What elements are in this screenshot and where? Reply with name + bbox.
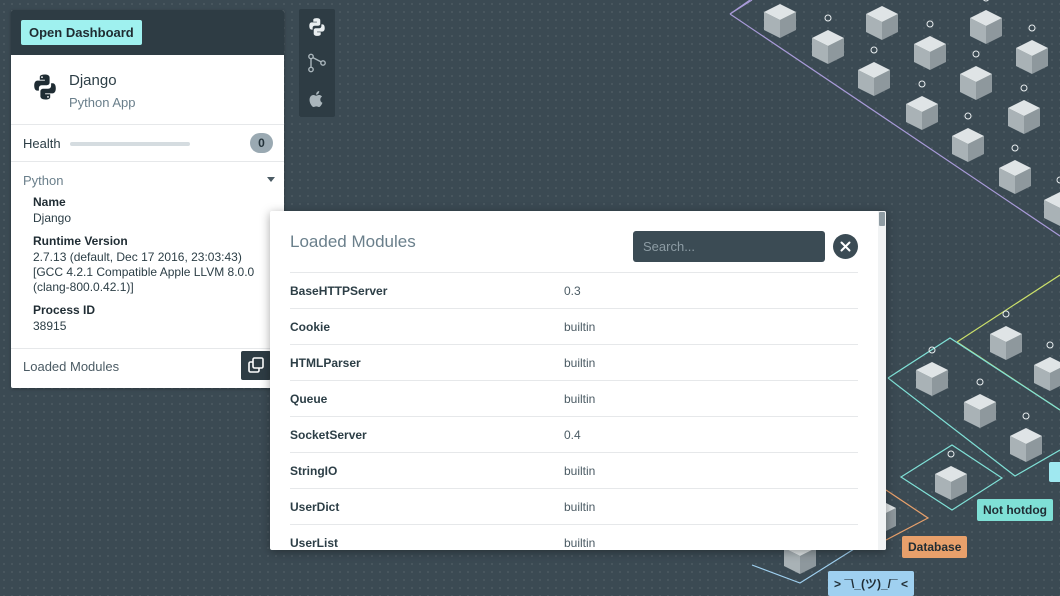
module-version: builtin <box>564 500 596 514</box>
module-name: BaseHTTPServer <box>290 284 388 298</box>
module-search-input[interactable] <box>633 231 825 262</box>
prop-value: 38915 <box>33 319 67 333</box>
prop-key: Runtime Version <box>33 234 128 248</box>
module-version: builtin <box>564 536 596 550</box>
prop-value-line: (clang-800.0.42.1)] <box>33 280 134 294</box>
zone-label-database[interactable]: Database <box>902 536 968 558</box>
module-version: builtin <box>564 356 596 370</box>
prop-process-id: Process ID 38915 <box>33 303 95 334</box>
loaded-modules-modal: Loaded Modules BaseHTTPServer 0.3 Cookie bu… <box>270 211 886 550</box>
table-row: BaseHTTPServer 0.3 <box>290 272 858 308</box>
node-cube <box>935 450 967 500</box>
prop-value: Django <box>33 211 72 225</box>
table-row: HTMLParser builtin <box>290 344 858 380</box>
modules-table: BaseHTTPServer 0.3 Cookie builtin HTMLParser… <box>290 272 858 550</box>
node-cube <box>1010 412 1042 462</box>
zone-label-edge[interactable] <box>1049 462 1060 482</box>
view-toolbar <box>299 9 335 117</box>
node-cube <box>866 6 898 40</box>
table-row: UserList builtin <box>290 524 858 550</box>
share-nodes-icon[interactable] <box>307 53 327 73</box>
python-section-label: Python <box>23 173 64 188</box>
modal-scrollbar[interactable] <box>878 211 886 550</box>
table-row: StringIO builtin <box>290 452 858 488</box>
app-type: Python App <box>69 95 136 110</box>
caret-down-icon <box>267 177 275 182</box>
node-cube <box>952 112 984 162</box>
close-icon <box>840 241 851 252</box>
prop-runtime-version: Runtime Version 2.7.13 (default, Dec 17 … <box>33 234 254 295</box>
node-cube <box>999 144 1031 194</box>
node-cube <box>906 80 938 130</box>
node-cube <box>916 346 948 396</box>
module-version: 0.4 <box>564 428 581 442</box>
prop-value-line: 2.7.13 (default, Dec 17 2016, 23:03:43) <box>33 250 242 264</box>
module-version: builtin <box>564 392 596 406</box>
module-version: 0.3 <box>564 284 581 298</box>
loaded-modules-label: Loaded Modules <box>23 359 120 374</box>
node-cube <box>914 20 946 70</box>
module-name: Cookie <box>290 320 331 334</box>
loaded-modules-row: Loaded Modules <box>11 348 284 388</box>
app-info: Django Python App <box>11 55 284 125</box>
app-name: Django <box>69 72 117 89</box>
table-row: Queue builtin <box>290 380 858 416</box>
zone-label-shrug[interactable]: > ¯\_(ツ)_/¯ < <box>828 571 914 596</box>
modal-title: Loaded Modules <box>290 232 416 251</box>
health-badge: 0 <box>250 133 273 153</box>
prop-key: Process ID <box>33 303 96 317</box>
node-cube <box>1034 341 1060 391</box>
prop-value-line: [GCC 4.2.1 Compatible Apple LLVM 8.0.0 <box>33 265 255 279</box>
module-name: UserList <box>290 536 339 550</box>
close-button[interactable] <box>833 234 858 259</box>
prop-key: Name <box>33 195 66 209</box>
panel-header: Open Dashboard <box>11 10 284 55</box>
table-row: Cookie builtin <box>290 308 858 344</box>
module-name: Queue <box>290 392 328 406</box>
node-cube <box>964 378 996 428</box>
health-label: Health <box>23 136 61 151</box>
node-cube <box>970 0 1002 44</box>
python-icon[interactable] <box>307 17 327 37</box>
node-cube <box>1008 84 1040 134</box>
node-cube <box>812 14 844 64</box>
zone-label-not-hotdog[interactable]: Not hotdog <box>977 499 1053 521</box>
node-cube <box>990 310 1022 360</box>
module-version: builtin <box>564 464 596 478</box>
node-cube <box>1044 176 1060 226</box>
module-name: SocketServer <box>290 428 367 442</box>
table-row: SocketServer 0.4 <box>290 416 858 452</box>
app-details-panel: Open Dashboard Django Python App Health … <box>11 10 284 388</box>
node-cube <box>1016 24 1048 74</box>
health-row: Health 0 <box>11 125 284 162</box>
prop-name: Name Django <box>33 195 71 226</box>
open-modules-button[interactable] <box>241 351 271 380</box>
python-section-toggle[interactable]: Python <box>23 172 275 188</box>
open-dashboard-button[interactable]: Open Dashboard <box>21 20 142 45</box>
apple-icon[interactable] <box>307 89 327 109</box>
node-cube <box>858 46 890 96</box>
scrollbar-thumb[interactable] <box>879 212 885 226</box>
module-name: StringIO <box>290 464 338 478</box>
table-row: UserDict builtin <box>290 488 858 524</box>
module-name: UserDict <box>290 500 340 514</box>
health-bar <box>70 142 190 146</box>
node-cube <box>960 50 992 100</box>
node-cube <box>764 4 796 38</box>
copy-icon <box>248 357 264 373</box>
module-version: builtin <box>564 320 596 334</box>
module-name: HTMLParser <box>290 356 361 370</box>
python-logo-icon <box>31 73 59 101</box>
